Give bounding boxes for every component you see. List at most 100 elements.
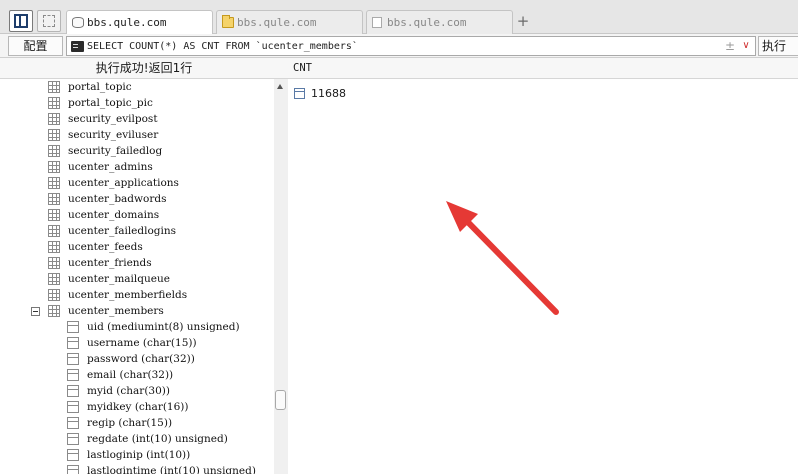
tab-bar: bbs.qule.com bbs.qule.com bbs.qule.com +	[0, 0, 798, 35]
scrollbar-thumb[interactable]	[275, 390, 286, 410]
sql-input[interactable]	[87, 38, 717, 54]
tab-connection-2[interactable]: bbs.qule.com	[216, 10, 363, 34]
column-icon	[67, 449, 79, 461]
sql-editor[interactable]: ± ∨	[66, 36, 756, 56]
column-name: email (char(32))	[87, 369, 174, 381]
column-icon	[67, 433, 79, 445]
folder-icon	[222, 15, 234, 28]
tree-column-item[interactable]: password (char(32))	[0, 351, 274, 367]
result-value: 11688	[311, 87, 346, 100]
tree-table-item[interactable]: ucenter_applications	[0, 175, 274, 191]
tab-label: bbs.qule.com	[387, 16, 467, 29]
column-name: lastloginip (int(10))	[87, 449, 191, 461]
tree-column-item[interactable]: lastloginip (int(10))	[0, 447, 274, 463]
table-name: security_eviluser	[68, 129, 159, 141]
result-panel: CNT 11688	[288, 58, 798, 474]
table-name: ucenter_admins	[68, 161, 153, 173]
tree-table-item[interactable]: ucenter_feeds	[0, 239, 274, 255]
table-icon	[48, 305, 60, 317]
table-icon	[48, 225, 60, 237]
tree-table-item[interactable]: security_eviluser	[0, 127, 274, 143]
column-icon	[67, 417, 79, 429]
tab-connection-3[interactable]: bbs.qule.com	[366, 10, 513, 34]
table-icon	[48, 113, 60, 125]
tree-table-item[interactable]: ucenter_admins	[0, 159, 274, 175]
scroll-up-icon[interactable]	[277, 84, 283, 89]
table-name: ucenter_feeds	[68, 241, 143, 253]
tree-table-item[interactable]: ucenter_badwords	[0, 191, 274, 207]
tree-column-item[interactable]: regip (char(15))	[0, 415, 274, 431]
panel-icon	[14, 14, 28, 28]
column-icon	[67, 385, 79, 397]
table-name: ucenter_members	[68, 305, 164, 317]
tree-table-item[interactable]: security_evilpost	[0, 111, 274, 127]
tab-connection-1[interactable]: bbs.qule.com	[66, 10, 213, 35]
tree-column-item[interactable]: email (char(32))	[0, 367, 274, 383]
table-name: security_evilpost	[68, 113, 158, 125]
tree-table-item[interactable]: security_failedlog	[0, 143, 274, 159]
table-name: ucenter_mailqueue	[68, 273, 170, 285]
tree-table-item[interactable]: ucenter_members	[0, 303, 274, 319]
terminal-icon	[71, 41, 84, 52]
query-bar: 配置 ± ∨ 执行	[0, 34, 798, 58]
table-icon	[48, 241, 60, 253]
tree-column-item[interactable]: username (char(15))	[0, 335, 274, 351]
column-name: myidkey (char(16))	[87, 401, 189, 413]
column-icon	[67, 401, 79, 413]
table-icon	[48, 193, 60, 205]
tab-label: bbs.qule.com	[237, 16, 317, 29]
status-message: 执行成功!返回1行	[0, 58, 288, 79]
tab-label: bbs.qule.com	[87, 16, 167, 29]
row-icon	[294, 88, 305, 99]
tree-column-item[interactable]: lastlogintime (int(10) unsigned)	[0, 463, 274, 474]
table-icon	[48, 81, 60, 93]
column-name: myid (char(30))	[87, 385, 170, 397]
column-icon	[67, 369, 79, 381]
database-icon	[72, 17, 84, 28]
table-icon	[48, 257, 60, 269]
table-icon	[48, 289, 60, 301]
execute-button[interactable]: 执行	[758, 36, 798, 56]
collapse-icon[interactable]	[31, 307, 40, 316]
history-dropdown-button[interactable]: ∨	[739, 37, 753, 55]
expand-button[interactable]: ±	[724, 37, 736, 55]
tree-table-item[interactable]: ucenter_failedlogins	[0, 223, 274, 239]
tree-column-item[interactable]: regdate (int(10) unsigned)	[0, 431, 274, 447]
table-name: portal_topic_pic	[68, 97, 153, 109]
tree-column-item[interactable]: uid (mediumint(8) unsigned)	[0, 319, 274, 335]
new-window-button[interactable]	[37, 10, 61, 32]
tree-table-item[interactable]: portal_topic	[0, 79, 274, 95]
result-column-header[interactable]: CNT	[288, 58, 798, 79]
column-icon	[67, 337, 79, 349]
document-icon	[372, 17, 382, 28]
table-name: ucenter_badwords	[68, 193, 167, 205]
column-icon	[67, 321, 79, 333]
tree-table-item[interactable]: ucenter_friends	[0, 255, 274, 271]
tree-table-item[interactable]: ucenter_domains	[0, 207, 274, 223]
table-icon	[48, 177, 60, 189]
schema-tree: portal_topic portal_topic_pic security_evi…	[0, 79, 274, 474]
table-icon	[48, 161, 60, 173]
window-icon	[43, 15, 55, 27]
table-icon	[48, 209, 60, 221]
column-name: password (char(32))	[87, 353, 195, 365]
table-name: ucenter_friends	[68, 257, 152, 269]
tree-table-item[interactable]: portal_topic_pic	[0, 95, 274, 111]
schema-panel: 执行成功!返回1行 portal_topic portal_topic_picse…	[0, 58, 288, 474]
table-name: ucenter_memberfields	[68, 289, 188, 301]
column-name: username (char(15))	[87, 337, 197, 349]
tree-table-item[interactable]: ucenter_memberfields	[0, 287, 274, 303]
table-name: ucenter_failedlogins	[68, 225, 177, 237]
tree-column-item[interactable]: myid (char(30))	[0, 383, 274, 399]
toggle-panel-button[interactable]	[9, 10, 33, 32]
column-name: uid (mediumint(8) unsigned)	[87, 321, 240, 333]
table-icon	[48, 273, 60, 285]
table-icon	[48, 145, 60, 157]
tree-column-item[interactable]: myidkey (char(16))	[0, 399, 274, 415]
config-button[interactable]: 配置	[8, 36, 63, 56]
add-tab-button[interactable]: +	[516, 13, 530, 29]
table-name: portal_topic	[68, 81, 132, 93]
tree-scrollbar[interactable]	[274, 79, 288, 474]
tree-table-item[interactable]: ucenter_mailqueue	[0, 271, 274, 287]
table-name: security_failedlog	[68, 145, 163, 157]
